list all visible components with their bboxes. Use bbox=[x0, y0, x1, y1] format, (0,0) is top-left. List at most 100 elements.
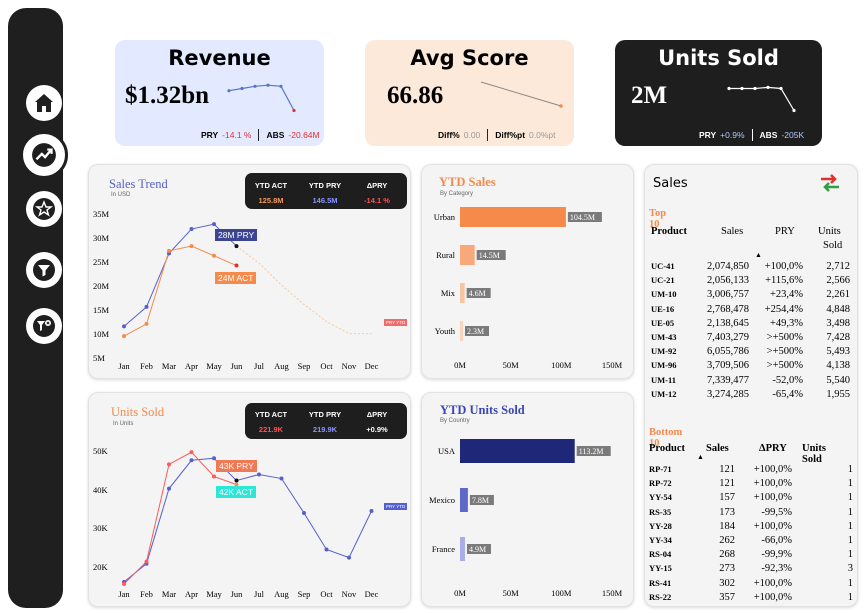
swap-icon[interactable] bbox=[819, 173, 841, 193]
sales-act-callout: 24M ACT bbox=[215, 272, 257, 284]
col-sales: Sales bbox=[721, 226, 744, 237]
sort-icon[interactable]: ▲ bbox=[697, 453, 704, 461]
x-tick-label: Nov bbox=[342, 361, 357, 371]
x-tick-label: Feb bbox=[140, 589, 153, 599]
table-cell: UM-11 bbox=[651, 374, 677, 385]
table-cell: UE-05 bbox=[651, 317, 675, 328]
divider bbox=[751, 129, 753, 141]
table-row[interactable]: UM-96 3,709,506 >+500% 4,138 bbox=[649, 360, 859, 373]
category-label: USA bbox=[438, 446, 456, 456]
table-cell: RP-72 bbox=[649, 478, 672, 489]
x-tick-label: Mar bbox=[162, 589, 176, 599]
table-row[interactable]: RP-72 121 +100,0% 1 bbox=[649, 478, 859, 491]
category-label: Mix bbox=[441, 288, 456, 298]
pry-point bbox=[257, 472, 261, 477]
avg-score-diffpt-label: Diff%pt bbox=[495, 130, 526, 140]
trend-icon[interactable] bbox=[20, 131, 68, 179]
act-point bbox=[212, 253, 216, 258]
table-row[interactable]: YY-28 184 +100,0% 1 bbox=[649, 521, 859, 534]
y-tick-label: 35M bbox=[93, 209, 110, 219]
bar-label: 14.5M bbox=[479, 251, 500, 260]
y-tick-label: 20K bbox=[93, 562, 109, 572]
sort-icon[interactable]: ▲ bbox=[755, 251, 762, 259]
table-cell: 7,428 bbox=[826, 332, 850, 343]
units-pry-label: PRY bbox=[699, 130, 717, 140]
home-icon[interactable] bbox=[26, 85, 62, 121]
table-row[interactable]: UM-12 3,274,285 -65,4% 1,955 bbox=[649, 389, 859, 402]
table-row[interactable]: UM-10 3,006,757 +23,4% 2,261 bbox=[649, 289, 859, 302]
table-cell: 3,006,757 bbox=[707, 289, 749, 301]
x-tick-label: Mar bbox=[162, 361, 176, 371]
sales-pry-ytd-tag: PRY YTD bbox=[384, 319, 408, 326]
pry-point bbox=[279, 476, 284, 481]
table-cell: UE-16 bbox=[651, 303, 675, 314]
table-row[interactable]: RP-71 121 +100,0% 1 bbox=[649, 464, 859, 477]
table-row[interactable]: UM-11 7,339,477 -52,0% 5,540 bbox=[649, 375, 859, 388]
table-row[interactable]: UC-21 2,056,133 +115,6% 2,566 bbox=[649, 275, 859, 288]
y-tick-label: 10M bbox=[93, 329, 110, 339]
table-row[interactable]: UE-05 2,138,645 +49,3% 3,498 bbox=[649, 318, 859, 331]
pry-point bbox=[144, 304, 149, 309]
ytd-sales-card: YTD Sales By Category 0M 50M 100M 150M Urban… bbox=[421, 164, 634, 379]
pry-point bbox=[302, 511, 306, 515]
table-row[interactable]: UM-92 6,055,786 >+500% 5,493 bbox=[649, 346, 859, 359]
table-row[interactable]: RS-41 302 +100,0% 1 bbox=[649, 578, 859, 591]
pry-point bbox=[234, 244, 239, 249]
avg-score-diff-value: 0.00 bbox=[463, 130, 481, 140]
revenue-abs-label: ABS bbox=[266, 130, 285, 140]
spark-line bbox=[228, 84, 295, 111]
table-cell: 4,848 bbox=[826, 303, 850, 315]
spark-point bbox=[279, 84, 283, 88]
bar bbox=[460, 321, 463, 341]
y-tick-label: 5M bbox=[93, 353, 105, 363]
table-cell: 3 bbox=[847, 563, 853, 575]
pry-point bbox=[324, 547, 329, 552]
x-tick-label: May bbox=[206, 589, 222, 599]
table-cell: 5,493 bbox=[826, 346, 850, 358]
table-cell: 2,138,645 bbox=[707, 317, 749, 329]
table-row[interactable]: RS-35 173 -99,5% 1 bbox=[649, 507, 859, 520]
table-cell: +254,4% bbox=[764, 303, 803, 315]
table-cell: +100,0% bbox=[753, 478, 792, 490]
table-row[interactable]: RS-22 357 +100,0% 1 bbox=[649, 592, 859, 605]
revenue-abs-value: -20.64M bbox=[288, 130, 320, 140]
table-cell: 7,339,477 bbox=[707, 374, 749, 386]
table-cell: RS-41 bbox=[649, 577, 672, 588]
table-cell: +49,3% bbox=[769, 317, 803, 329]
act-point bbox=[144, 321, 149, 326]
table-cell: UM-96 bbox=[651, 360, 677, 371]
units-sold-title: Units Sold bbox=[658, 46, 779, 70]
table-cell: +115,6% bbox=[765, 275, 803, 287]
table-row[interactable]: YY-15 273 -92,3% 3 bbox=[649, 563, 859, 576]
divider bbox=[258, 129, 260, 141]
spark-point bbox=[792, 108, 796, 113]
filter-icon[interactable] bbox=[26, 252, 62, 288]
act-point bbox=[212, 474, 216, 479]
spark-point bbox=[753, 86, 757, 91]
star-icon[interactable] bbox=[26, 191, 62, 227]
category-label: Mexico bbox=[429, 495, 455, 505]
col-dpry: ΔPRY bbox=[759, 443, 787, 454]
act-point bbox=[167, 462, 171, 467]
x-tick-label: Apr bbox=[185, 361, 198, 371]
table-row[interactable]: UE-16 2,768,478 +254,4% 4,848 bbox=[649, 304, 859, 317]
table-row[interactable]: RS-04 268 -99,9% 1 bbox=[649, 549, 859, 562]
table-cell: >+500% bbox=[766, 360, 803, 372]
table-cell: -99,9% bbox=[761, 549, 792, 561]
x-tick-label: Jun bbox=[231, 589, 244, 599]
table-row[interactable]: UM-43 7,403,279 >+500% 7,428 bbox=[649, 332, 859, 345]
table-row[interactable]: YY-34 262 -66,0% 1 bbox=[649, 535, 859, 548]
avg-score-diff-label: Diff% bbox=[438, 130, 460, 140]
table-cell: 3,274,285 bbox=[707, 388, 749, 400]
units-sold-sparkline bbox=[727, 85, 796, 113]
table-row[interactable]: YY-54 157 +100,0% 1 bbox=[649, 492, 859, 505]
table-cell: +100,0% bbox=[753, 520, 792, 532]
table-cell: UC-41 bbox=[651, 261, 675, 271]
table-cell: >+500% bbox=[766, 346, 803, 358]
table-row[interactable]: UC-41 2,074,850 +100,0% 2,712 bbox=[649, 261, 859, 274]
table-cell: YY-54 bbox=[649, 492, 672, 503]
table-cell: UC-21 bbox=[651, 275, 675, 286]
x-tick-label: Sep bbox=[298, 589, 311, 599]
bar-label: 4.9M bbox=[469, 545, 486, 554]
filter-clear-icon[interactable] bbox=[26, 308, 62, 344]
